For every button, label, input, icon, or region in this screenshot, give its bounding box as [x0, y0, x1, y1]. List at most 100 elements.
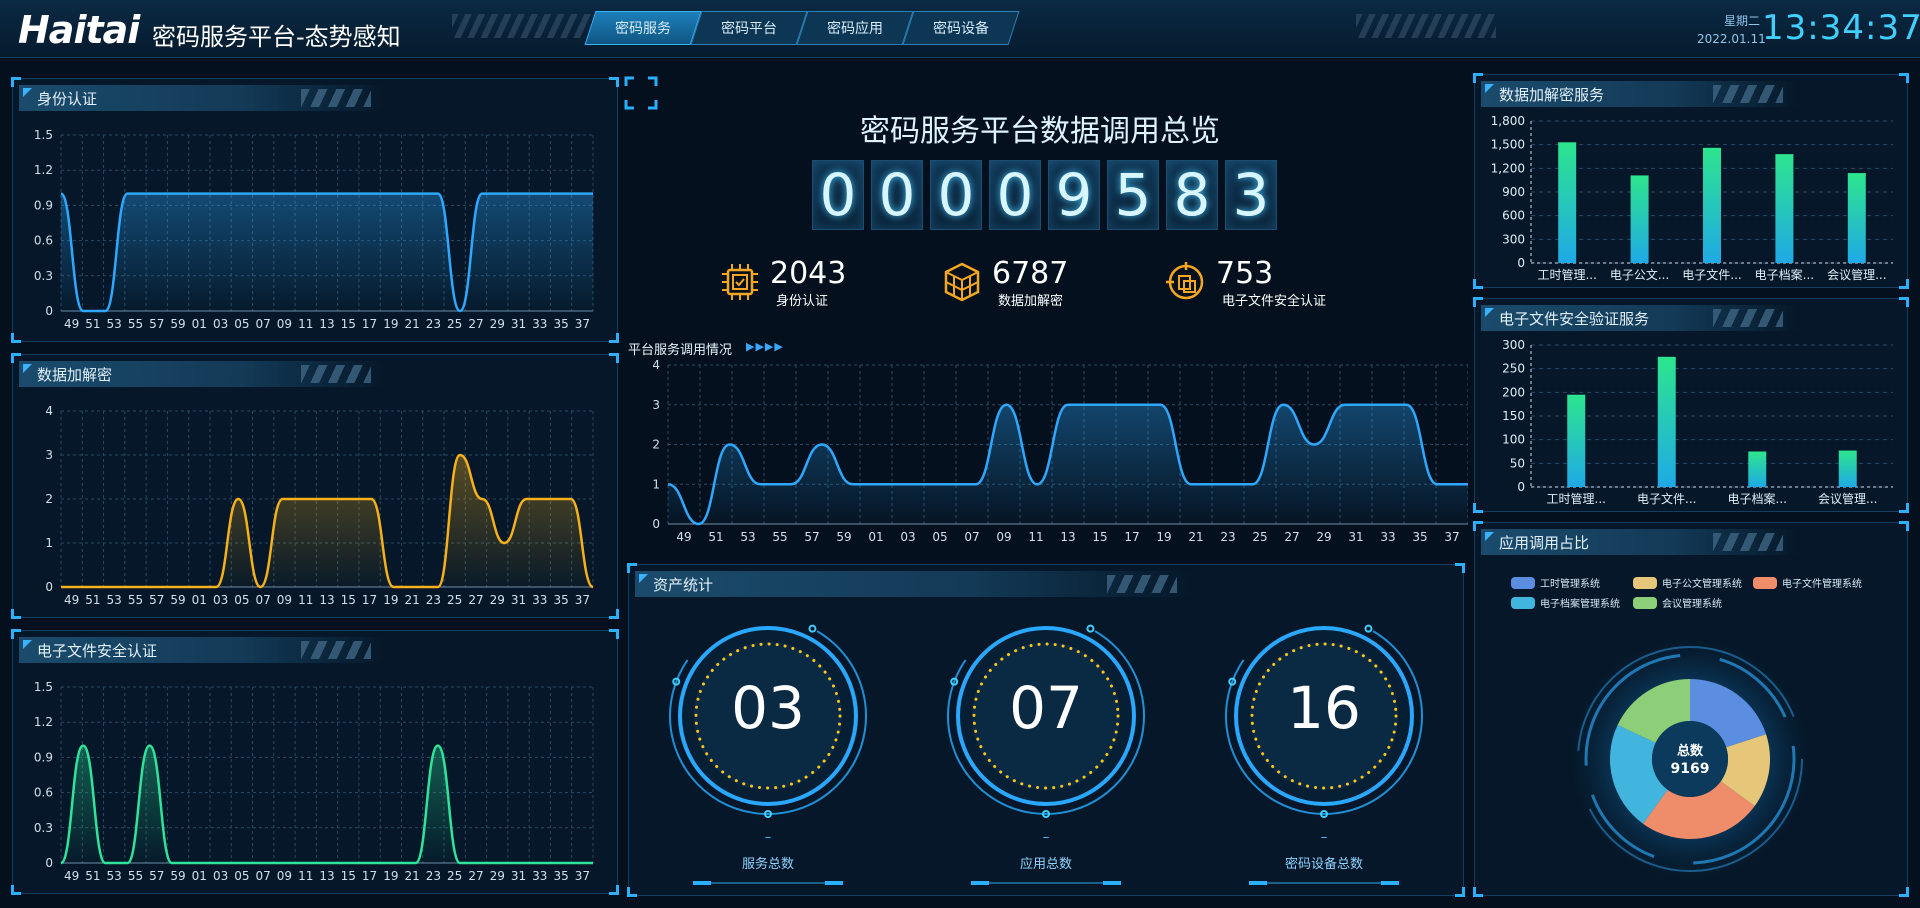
tab-1[interactable]: 密码平台 [690, 11, 808, 45]
legend-item[interactable]: 电子档案管理系统 [1511, 595, 1620, 610]
y-tick-label: 100 [1502, 433, 1525, 447]
category-label: 电子公文... [1610, 267, 1669, 282]
x-tick-label: 35 [553, 317, 568, 331]
y-tick-label: 1,200 [1491, 161, 1525, 175]
y-tick-label: 3 [652, 398, 660, 412]
legend-label: 工时管理系统 [1540, 579, 1600, 590]
y-tick-label: 150 [1502, 409, 1525, 423]
y-tick-label: 300 [1502, 338, 1525, 352]
legend-item[interactable]: 电子公文管理系统 [1633, 575, 1742, 590]
x-tick-label: 27 [468, 317, 483, 331]
x-tick-label: 49 [64, 593, 79, 607]
kpi-value: 753 [1216, 256, 1274, 291]
x-tick-label: 55 [128, 317, 143, 331]
tab-2[interactable]: 密码应用 [796, 11, 914, 45]
x-tick-label: 25 [447, 317, 462, 331]
x-tick-label: 13 [319, 317, 334, 331]
y-tick-label: 0.3 [34, 269, 53, 283]
x-tick-label: 07 [964, 530, 979, 544]
x-tick-label: 25 [447, 593, 462, 607]
x-tick-label: 57 [804, 530, 819, 544]
x-tick-label: 29 [490, 317, 505, 331]
platform-service-chart: 4321049 51 53 55 57 59 01 03 05 07 09 11 13 15 17 19 21 2… [652, 358, 1468, 544]
left-panel-header: 电子文件安全认证 [19, 637, 389, 663]
x-tick-label: 51 [708, 530, 723, 544]
bar [1630, 175, 1649, 263]
x-tick-label: 09 [277, 317, 292, 331]
kpi-label: 数据加解密 [998, 294, 1064, 309]
legend-item[interactable]: 工时管理系统 [1511, 575, 1600, 590]
x-tick-label: 19 [383, 593, 398, 607]
tab-3[interactable]: 密码设备 [902, 11, 1020, 45]
y-tick-label: 0 [652, 517, 660, 531]
y-tick-label: 1.2 [34, 163, 53, 177]
x-tick-label: 37 [575, 317, 590, 331]
right-panel-title: 数据加解密服务 [1499, 85, 1605, 104]
x-tick-label: 33 [532, 317, 547, 331]
x-tick-label: 55 [128, 593, 143, 607]
x-tick-label: 13 [319, 869, 334, 883]
assets-panel-title: 资产统计 [653, 575, 714, 594]
y-tick-label: 900 [1502, 185, 1525, 199]
tab-label: 密码服务 [615, 21, 671, 37]
left-panel-chart: 1.5 1.2 0.9 0.6 0.3 0 49 51 53 55 57 59 01 03 05 07 09 11… [34, 680, 594, 883]
category-label: 电子档案... [1728, 491, 1787, 506]
y-tick-label: 0 [45, 580, 53, 594]
legend-label: 会议管理系统 [1662, 599, 1722, 610]
date: 2022.01.11 [1697, 32, 1766, 46]
x-tick-label: 09 [277, 593, 292, 607]
expand-icon[interactable] [624, 76, 658, 110]
x-tick-label: 05 [932, 530, 947, 544]
right-panel-title: 应用调用占比 [1499, 533, 1590, 552]
y-tick-label: 0 [1517, 480, 1525, 494]
x-tick-label: 15 [341, 593, 356, 607]
x-tick-label: 13 [1060, 530, 1075, 544]
chip-icon [722, 264, 758, 300]
bar [1657, 356, 1676, 487]
y-tick-label: 0 [45, 856, 53, 870]
x-tick-label: 53 [740, 530, 755, 544]
legend-item[interactable]: 会议管理系统 [1633, 595, 1722, 610]
bar [1703, 147, 1721, 263]
legend-swatch [1753, 576, 1777, 589]
decorative-stripes [452, 14, 592, 38]
x-tick-label: 27 [468, 869, 483, 883]
x-tick-label: 59 [170, 317, 185, 331]
category-label: 电子文件... [1682, 267, 1741, 282]
asset-count: 16 [1287, 674, 1361, 742]
legend-item[interactable]: 电子文件管理系统 [1753, 575, 1862, 590]
x-tick-label: 59 [170, 869, 185, 883]
right-panel-header: 数据加解密服务 [1481, 81, 1801, 107]
y-tick-label: 1.2 [34, 715, 53, 729]
x-tick-label: 07 [256, 317, 271, 331]
pie-chart: 总数 9169 [1566, 635, 1814, 883]
x-tick-label: 51 [85, 317, 100, 331]
y-tick-label: 300 [1502, 232, 1525, 246]
right-panel-1: 电子文件安全验证服务 300 250 200 150 100 50 0 工时管理... 电子文件.… [1473, 297, 1909, 513]
x-tick-label: 21 [404, 593, 419, 607]
legend-swatch [1511, 596, 1535, 609]
x-tick-label: 05 [234, 869, 249, 883]
x-tick-label: 01 [192, 869, 207, 883]
asset-count: 07 [1009, 674, 1083, 742]
counter-digit: 9 [1048, 160, 1100, 230]
tab-0[interactable]: 密码服务 [584, 11, 702, 45]
bar [1558, 142, 1577, 263]
left-panel-header: 数据加解密 [19, 361, 389, 387]
x-tick-label: 23 [426, 593, 441, 607]
x-tick-label: 37 [575, 869, 590, 883]
decorative-stripes-right [1356, 14, 1496, 38]
counter-digit: 0 [871, 160, 923, 230]
x-tick-label: 51 [85, 593, 100, 607]
y-tick-label: 0 [45, 304, 53, 318]
y-tick-label: 200 [1502, 385, 1525, 399]
y-tick-label: 2 [652, 438, 660, 452]
x-tick-label: 31 [511, 317, 526, 331]
x-tick-label: 09 [996, 530, 1011, 544]
x-tick-label: 25 [1252, 530, 1267, 544]
x-tick-label: 35 [553, 593, 568, 607]
left-panel-header: 身份认证 [19, 85, 389, 111]
x-tick-label: 59 [836, 530, 851, 544]
tab-label: 密码应用 [827, 21, 883, 37]
cubes-icon [944, 262, 980, 302]
